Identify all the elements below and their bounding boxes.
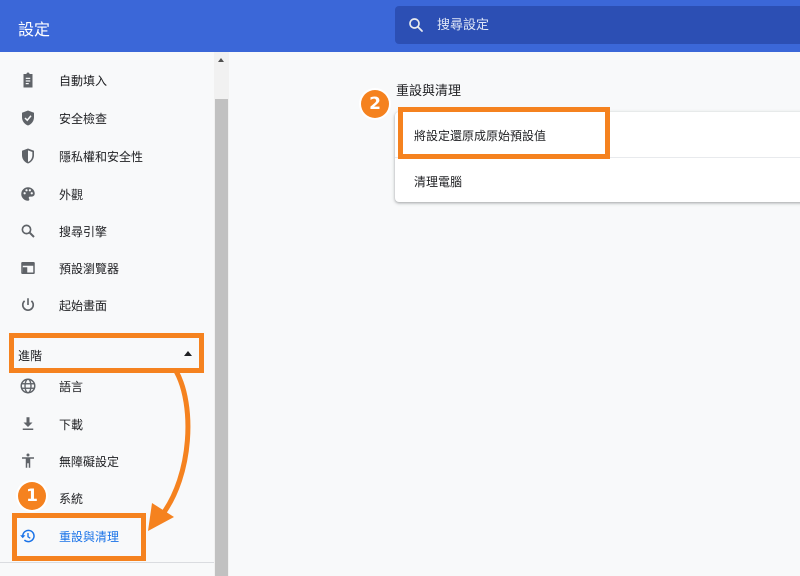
search-icon <box>21 224 35 238</box>
sidebar-item-label: 安全檢查 <box>59 112 108 126</box>
privacy-shield-icon <box>22 148 34 164</box>
sidebar-item-label: 下載 <box>59 418 84 432</box>
sidebar-item-label: 自動填入 <box>59 74 108 88</box>
search-icon <box>409 18 423 32</box>
step-1-badge: 1 <box>18 482 46 510</box>
sidebar-item-privacy[interactable]: 隱私權和安全性 <box>0 138 214 174</box>
sidebar-item-label: 系統 <box>59 492 84 506</box>
sidebar-divider <box>0 562 214 563</box>
sidebar-item-label: 隱私權和安全性 <box>59 150 144 164</box>
sidebar-item-label: 起始畫面 <box>59 299 108 313</box>
browser-window-icon <box>21 262 35 274</box>
annotation-arrow <box>148 368 191 531</box>
scroll-up-arrow-icon[interactable] <box>218 58 224 62</box>
highlight-restore-defaults <box>398 107 610 159</box>
page-title: 設定 <box>18 20 51 39</box>
sidebar-item-default-browser[interactable]: 預設瀏覽器 <box>0 250 214 286</box>
shield-check-icon <box>22 110 34 126</box>
sidebar-item-autofill[interactable]: 自動填入 <box>0 62 214 98</box>
sidebar-item-label: 語言 <box>59 380 84 394</box>
highlight-reset-item <box>12 513 146 561</box>
search-box[interactable] <box>395 6 800 44</box>
palette-icon <box>21 187 35 201</box>
power-icon <box>22 298 34 311</box>
clipboard-icon <box>23 72 33 88</box>
section-title: 重設與清理 <box>396 84 462 99</box>
top-bar: 設定 <box>0 0 800 52</box>
search-input[interactable] <box>437 6 787 44</box>
sidebar-item-label: 搜尋引擎 <box>59 225 108 239</box>
step-2-badge: 2 <box>361 90 389 118</box>
sidebar-item-on-startup[interactable]: 起始畫面 <box>0 287 214 323</box>
sidebar-item-search-engine[interactable]: 搜尋引擎 <box>0 213 214 249</box>
sidebar-scrollbar[interactable] <box>214 52 229 576</box>
globe-icon <box>20 378 36 394</box>
sidebar-item-appearance[interactable]: 外觀 <box>0 176 214 212</box>
download-icon <box>22 417 34 430</box>
sidebar-item-label: 預設瀏覽器 <box>59 262 120 276</box>
sidebar-item-label: 外觀 <box>59 188 84 202</box>
sidebar-item-label: 無障礙設定 <box>59 455 120 469</box>
accessibility-icon <box>22 453 34 468</box>
clean-up-computer-row[interactable]: 清理電腦 <box>395 158 800 203</box>
sidebar-item-safety-check[interactable]: 安全檢查 <box>0 100 214 136</box>
clean-up-computer-label: 清理電腦 <box>414 175 463 189</box>
scrollbar-thumb[interactable] <box>215 99 228 576</box>
